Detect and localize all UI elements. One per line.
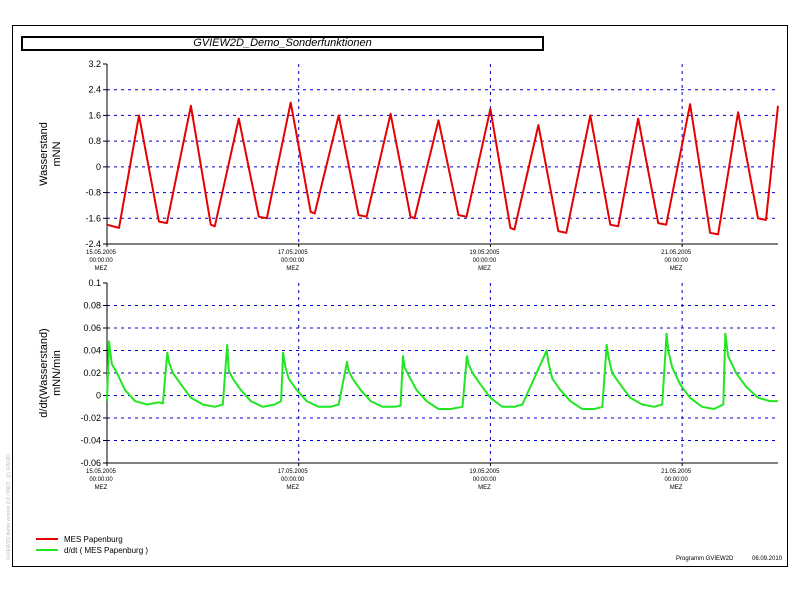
y-tick-label: 0.1 — [88, 278, 101, 288]
x-tick-label: MEZ — [670, 266, 683, 272]
y-tick-label: 0.08 — [83, 301, 101, 311]
x-tick-label: MEZ — [286, 266, 299, 272]
x-tick-label: 00:00:00 — [281, 258, 305, 264]
x-tick-label: MEZ — [478, 266, 491, 272]
x-tick-label: MEZ — [670, 485, 683, 491]
y-tick-label: 0.02 — [83, 368, 101, 378]
y-tick-label: -0.8 — [85, 188, 101, 198]
x-tick-label: 21.05.2005 — [661, 469, 692, 475]
y-tick-label: 2.4 — [88, 85, 101, 95]
y-axis-label: Wasserstand — [38, 122, 50, 186]
x-tick-label: 19.05.2005 — [469, 469, 500, 475]
chart-canvas: 3.22.41.60.80-0.8-1.6-2.415.05.200500:00… — [36, 59, 779, 555]
y-tick-label: -0.02 — [80, 413, 101, 423]
panel-1: 3.2 2.4 1.6 0.8 0 -0.8 -1.6 -2.415.05.2005 00:00… — [38, 59, 779, 272]
y-tick-label: 0 — [96, 162, 101, 172]
y-axis-label: mNN/min — [51, 350, 63, 396]
x-tick-label: 21.05.2005 — [661, 250, 692, 256]
x-tick-label: 15.05.2005 — [86, 469, 117, 475]
x-tick-label: 17.05.2005 — [278, 250, 309, 256]
y-tick-label: -0.04 — [80, 436, 101, 446]
y-tick-label: 1.6 — [88, 110, 101, 120]
y-axis-label: d/dt(Wasserstand) — [38, 328, 50, 417]
x-tick-label: MEZ — [95, 485, 108, 491]
x-tick-label: 00:00:00 — [89, 258, 113, 264]
y-tick-label: 0.04 — [83, 346, 101, 356]
y-tick-label: -1.6 — [85, 213, 101, 223]
y-tick-label: -2.4 — [85, 239, 101, 249]
y-tick-label: 0 — [96, 391, 101, 401]
side-note: GVIEW2D demo version 2.0 / INUT.. (c) GW… — [6, 454, 12, 560]
x-tick-label: 00:00:00 — [281, 477, 305, 483]
x-tick-label: MEZ — [95, 266, 108, 272]
y-axis-label: mNN — [51, 141, 63, 166]
x-tick-label: 00:00:00 — [664, 477, 688, 483]
x-tick-label: MEZ — [478, 485, 491, 491]
series-line — [106, 101, 779, 236]
x-tick-label: 00:00:00 — [89, 477, 113, 483]
legend-label: MES Papenburg — [64, 535, 123, 544]
y-tick-label: 3.2 — [88, 59, 101, 69]
x-tick-label: 00:00:00 — [473, 477, 497, 483]
panel-2: 0.1 0.08 0.06 0.04 0.02 0 -0.02 -0.04 -0.0615.05… — [38, 278, 778, 491]
x-tick-label: 00:00:00 — [473, 258, 497, 264]
footer-program: Programm GVIEW2D — [676, 556, 734, 562]
legend-label: d/dt ( MES Papenburg ) — [64, 546, 148, 555]
footer-date: 06.09.2010 — [752, 556, 783, 562]
y-tick-label: 0.8 — [88, 136, 101, 146]
x-tick-label: 19.05.2005 — [469, 250, 500, 256]
x-tick-label: 15.05.2005 — [86, 250, 117, 256]
x-tick-label: 00:00:00 — [664, 258, 688, 264]
series-line — [106, 332, 778, 410]
y-tick-label: 0.06 — [83, 323, 101, 333]
legend: MES Papenburg d/dt ( MES Papenburg ) — [36, 535, 148, 555]
y-tick-label: -0.06 — [80, 458, 101, 468]
x-tick-label: MEZ — [286, 485, 299, 491]
x-tick-label: 17.05.2005 — [278, 469, 309, 475]
